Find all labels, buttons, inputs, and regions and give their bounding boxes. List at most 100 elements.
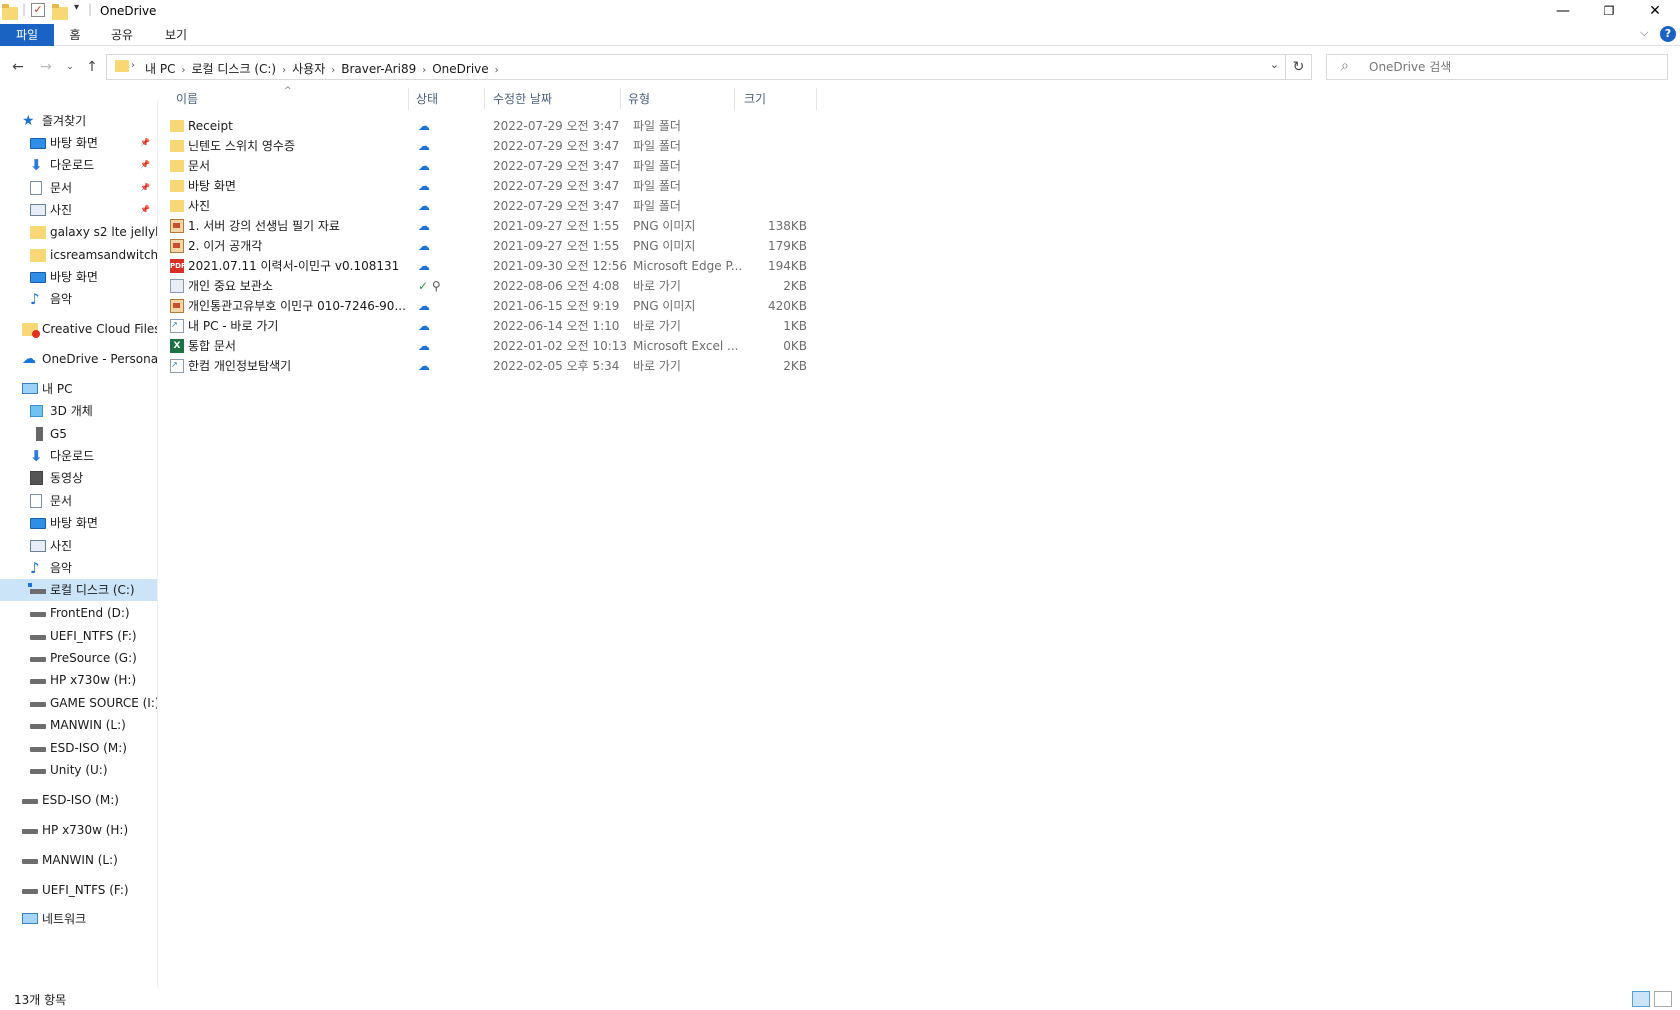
- file-row[interactable]: 내 PC - 바로 가기 ☁ 2022-06-14 오전 1:10 바로 가기 1KB: [168, 316, 818, 336]
- sidebar-item-즐겨찾기[interactable]: ★ 즐겨찾기: [0, 110, 157, 132]
- search-input[interactable]: [1367, 59, 1657, 75]
- sidebar-item-바탕-화면[interactable]: 바탕 화면: [0, 512, 157, 534]
- details-view-button[interactable]: [1632, 991, 1650, 1007]
- sidebar-item-label: 문서: [50, 494, 73, 508]
- chevron-right-icon[interactable]: ›: [489, 65, 505, 76]
- customize-toolbar-icon[interactable]: ▾: [74, 2, 79, 20]
- sidebar-item-label: 바탕 화면: [50, 136, 98, 150]
- sidebar-item-문서[interactable]: 문서 📌: [0, 177, 157, 199]
- close-button[interactable]: ✕: [1632, 0, 1678, 24]
- breadcrumb-item[interactable]: 내 PC: [145, 62, 175, 76]
- file-row[interactable]: PDF 2021.07.11 이력서-이민구 v0.108131 ☁ 2021-09-…: [168, 256, 818, 276]
- file-row[interactable]: 사진 ☁ 2022-07-29 오전 3:47 파일 폴더: [168, 196, 818, 216]
- column-header-date[interactable]: 수정한 날짜: [493, 86, 552, 112]
- sidebar-item-hp-x730w-h[interactable]: HP x730w (H:): [0, 669, 157, 691]
- breadcrumb-item[interactable]: 로컬 디스크 (C:): [191, 62, 276, 76]
- sidebar-item-creative-cloud-files[interactable]: Creative Cloud Files: [0, 318, 157, 340]
- sidebar-item-다운로드[interactable]: ⬇ 다운로드: [0, 445, 157, 467]
- ribbon-expand-icon[interactable]: ⌵: [1640, 26, 1648, 40]
- file-row[interactable]: 닌텐도 스위치 영수증 ☁ 2022-07-29 오전 3:47 파일 폴더: [168, 136, 818, 156]
- restore-button[interactable]: ❐: [1586, 0, 1632, 24]
- minimize-button[interactable]: —: [1540, 0, 1586, 24]
- breadcrumb-item[interactable]: 사용자: [292, 62, 325, 76]
- sidebar-item-icsreamsandwitch[interactable]: icsreamsandwitch: [0, 244, 157, 266]
- sidebar-item-g5[interactable]: G5: [0, 423, 157, 445]
- sidebar-item-음악[interactable]: ♪ 음악: [0, 288, 157, 310]
- sidebar-item-내-pc[interactable]: 내 PC: [0, 378, 157, 400]
- breadcrumb-item[interactable]: Braver-Ari89: [341, 62, 416, 76]
- column-divider[interactable]: [408, 88, 409, 110]
- sidebar-item-uefi-ntfs-f[interactable]: UEFI_NTFS (F:): [0, 879, 157, 901]
- new-folder-icon[interactable]: [52, 3, 68, 21]
- sidebar-item-manwin-l[interactable]: MANWIN (L:): [0, 714, 157, 736]
- sidebar-item-onedrive-personal[interactable]: ☁ OneDrive - Personal: [0, 348, 157, 370]
- search-box[interactable]: ⌕: [1326, 54, 1668, 80]
- breadcrumb-item[interactable]: OneDrive: [432, 62, 488, 76]
- file-row[interactable]: 2. 이거 공개각 ☁ 2021-09-27 오전 1:55 PNG 이미지 179KB: [168, 236, 818, 256]
- column-header-name[interactable]: 이름: [176, 86, 198, 112]
- column-header-size[interactable]: 크기: [744, 86, 766, 112]
- sidebar-item-네트워크[interactable]: 네트워크: [0, 908, 157, 930]
- sidebar-item-사진[interactable]: 사진 📌: [0, 199, 157, 221]
- file-row[interactable]: 한컴 개인정보탐색기 ☁ 2022-02-05 오후 5:34 바로 가기 2KB: [168, 356, 818, 376]
- refresh-button[interactable]: ↻: [1286, 54, 1312, 80]
- file-row[interactable]: 문서 ☁ 2022-07-29 오전 3:47 파일 폴더: [168, 156, 818, 176]
- sidebar-item-동영상[interactable]: 동영상: [0, 467, 157, 489]
- tab-share[interactable]: 공유: [104, 24, 140, 46]
- up-button[interactable]: ↑: [82, 56, 102, 78]
- sidebar-item-3d-개체[interactable]: 3D 개체: [0, 400, 157, 422]
- sidebar-item-galaxy-s2-lte-jellybe[interactable]: galaxy s2 lte jellybe: [0, 221, 157, 243]
- column-header-status[interactable]: 상태: [416, 86, 438, 112]
- sidebar-item-game-source-i[interactable]: GAME SOURCE (I:): [0, 692, 157, 714]
- sidebar-item-label: 음악: [50, 561, 73, 575]
- column-header-type[interactable]: 유형: [628, 86, 650, 112]
- recent-locations-button[interactable]: ⌄: [60, 56, 80, 78]
- sidebar-item-사진[interactable]: 사진: [0, 535, 157, 557]
- back-button[interactable]: ←: [8, 56, 28, 78]
- column-divider[interactable]: [816, 88, 817, 110]
- music-icon: ♪: [30, 559, 40, 577]
- sidebar-item-다운로드[interactable]: ⬇ 다운로드 📌: [0, 154, 157, 176]
- address-bar[interactable]: › 내 PC › 로컬 디스크 (C:) › 사용자 › Braver-Ari89 › OneD…: [106, 54, 1286, 80]
- cloud-status-icon: ☁: [418, 239, 430, 253]
- large-icons-view-button[interactable]: [1654, 991, 1672, 1007]
- file-row[interactable]: Receipt ☁ 2022-07-29 오전 3:47 파일 폴더: [168, 116, 818, 136]
- tab-view[interactable]: 보기: [158, 24, 194, 46]
- sidebar-item-esd-iso-m[interactable]: ESD-ISO (M:): [0, 789, 157, 811]
- sidebar-item-label: MANWIN (L:): [42, 853, 118, 867]
- sidebar-item-바탕-화면[interactable]: 바탕 화면 📌: [0, 132, 157, 154]
- forward-button[interactable]: →: [36, 56, 56, 78]
- file-row[interactable]: X 통합 문서 ☁ 2022-01-02 오전 10:13 Microsoft Exce…: [168, 336, 818, 356]
- chevron-right-icon[interactable]: ›: [276, 65, 292, 76]
- column-divider[interactable]: [484, 88, 485, 110]
- file-row[interactable]: 개인 중요 보관소 ✓ ⚲ 2022-08-06 오전 4:08 바로 가기 2KB: [168, 276, 818, 296]
- tab-home[interactable]: 홈: [62, 24, 88, 46]
- divider: |: [88, 2, 93, 16]
- drive-icon: [22, 829, 38, 834]
- file-row[interactable]: 개인통관고유부호 이민구 010-7246-90... ☁ 2021-06-15 오…: [168, 296, 818, 316]
- chevron-down-icon[interactable]: ⌄: [1270, 58, 1279, 71]
- sidebar-item-frontend-d[interactable]: FrontEnd (D:): [0, 602, 157, 624]
- sidebar-item-manwin-l[interactable]: MANWIN (L:): [0, 849, 157, 871]
- chevron-right-icon[interactable]: ›: [416, 65, 432, 76]
- properties-icon[interactable]: ✓: [31, 3, 45, 17]
- file-modified-date: 2022-07-29 오전 3:47: [493, 199, 620, 213]
- sidebar-item-로컬-디스크-c[interactable]: 로컬 디스크 (C:): [0, 579, 157, 601]
- sidebar-item-unity-u[interactable]: Unity (U:): [0, 759, 157, 781]
- sidebar-item-바탕-화면[interactable]: 바탕 화면: [0, 266, 157, 288]
- sidebar-item-음악[interactable]: ♪ 음악: [0, 557, 157, 579]
- column-divider[interactable]: [734, 88, 735, 110]
- chevron-right-icon[interactable]: ›: [325, 65, 341, 76]
- sidebar-item-presource-g[interactable]: PreSource (G:): [0, 647, 157, 669]
- help-icon[interactable]: ?: [1660, 26, 1676, 42]
- tab-file[interactable]: 파일: [0, 24, 54, 46]
- chevron-right-icon[interactable]: ›: [131, 60, 135, 71]
- sidebar-item-hp-x730w-h[interactable]: HP x730w (H:): [0, 819, 157, 841]
- file-row[interactable]: 1. 서버 강의 선생님 필기 자료 ☁ 2021-09-27 오전 1:55 PNG…: [168, 216, 818, 236]
- column-divider[interactable]: [620, 88, 621, 110]
- chevron-right-icon[interactable]: ›: [175, 65, 191, 76]
- sidebar-item-문서[interactable]: 문서: [0, 490, 157, 512]
- sidebar-item-esd-iso-m[interactable]: ESD-ISO (M:): [0, 737, 157, 759]
- sidebar-item-uefi-ntfs-f[interactable]: UEFI_NTFS (F:): [0, 625, 157, 647]
- file-row[interactable]: 바탕 화면 ☁ 2022-07-29 오전 3:47 파일 폴더: [168, 176, 818, 196]
